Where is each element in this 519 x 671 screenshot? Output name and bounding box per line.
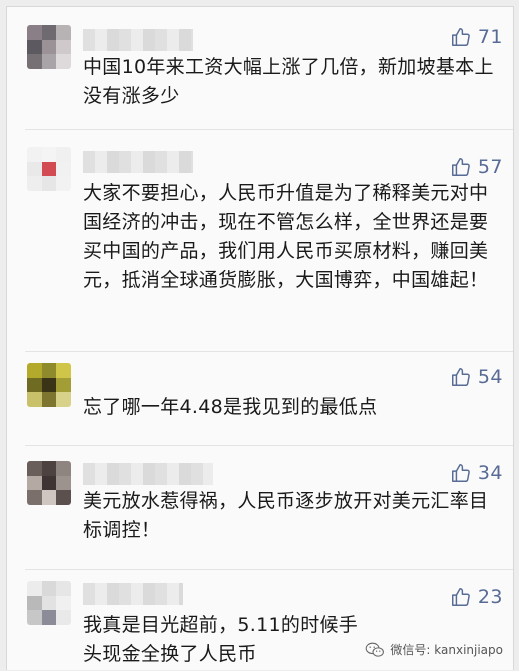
watermark: 微信号: kanxinjiapo [365,641,503,658]
avatar-pixel [41,363,57,378]
divider [25,129,513,130]
comment-text: 我真是目光超前，5.11的时候手头现金全换了人民币 [83,614,359,665]
avatar[interactable] [27,25,71,69]
avatar[interactable] [27,581,71,625]
comment-text: 美元放水惹得祸，人民币逐步放开对美元汇率目标调控！ [83,490,489,541]
avatar-pixel [41,490,57,505]
avatar-pixel [27,176,42,191]
avatar-pixel [56,377,71,393]
comment-text: 忘了哪一年4.48是我见到的最低点 [83,396,378,418]
avatar-pixel [41,581,57,596]
avatar-pixel [41,147,57,162]
comment-item: 71 中国10年来工资大幅上涨了几倍，新加坡基本上没有涨多少 [7,7,515,119]
like-button[interactable]: 34 [450,461,503,485]
comment-text: 中国10年来工资大幅上涨了几倍，新加坡基本上没有涨多少 [83,56,494,107]
avatar-pixel [41,176,57,191]
like-button[interactable]: 71 [450,25,503,49]
avatar-pixel [27,392,42,407]
avatar-pixel [56,490,71,505]
comment-item: 34 美元放水惹得祸，人民币逐步放开对美元汇率目标调控！ [7,447,515,567]
thumbs-up-icon [451,368,470,386]
nickname [83,463,213,485]
avatar-pixel [56,595,71,611]
avatar-pixel [41,475,57,491]
like-count: 57 [477,156,503,178]
watermark-text: 微信号: kanxinjiapo [390,643,503,657]
like-count: 34 [477,462,503,484]
like-count: 71 [477,26,503,48]
avatar-pixel [27,581,42,596]
comment-text: 大家不要担心，人民币升值是为了稀释美元对中国经济的冲击，现在不管怎么样，全世界还… [83,182,489,291]
avatar-pixel [27,595,42,611]
avatar-pixel [56,475,71,491]
comment-item: 57 大家不要担心，人民币升值是为了稀释美元对中国经济的冲击，现在不管怎么样，全… [7,131,515,351]
avatar-pixel [41,377,57,393]
avatar-pixel [56,581,71,596]
avatar-pixel [27,461,42,476]
avatar-pixel [41,25,57,40]
wechat-icon [366,642,385,657]
avatar-pixel [56,54,71,69]
divider [25,351,513,352]
avatar[interactable] [27,147,71,191]
avatar-pixel [27,490,42,505]
avatar-pixel [27,54,42,69]
nickname [83,29,193,51]
like-count: 54 [477,366,503,388]
avatar-pixel [56,176,71,191]
avatar-pixel [27,363,42,378]
avatar-pixel [41,54,57,69]
avatar-pixel [27,39,42,55]
avatar-pixel [56,363,71,378]
comment-item: 54 忘了哪一年4.48是我见到的最低点 [7,353,515,443]
avatar-pixel [56,461,71,476]
avatar-pixel [27,377,42,393]
avatar-pixel [56,39,71,55]
avatar-pixel [41,595,57,611]
avatar-pixel [41,461,57,476]
thumbs-up-icon [451,464,470,482]
avatar-pixel [56,25,71,40]
thumbs-up-icon [451,28,470,46]
avatar-pixel [56,392,71,407]
thumbs-up-icon [451,588,470,606]
avatar-pixel [27,161,42,177]
avatar-pixel [27,610,42,625]
divider [25,445,513,446]
like-count: 23 [477,586,503,608]
comment-list: 71 中国10年来工资大幅上涨了几倍，新加坡基本上没有涨多少 57 大家不要担心… [6,6,514,670]
nickname [83,583,183,605]
avatar-pixel [27,25,42,40]
thumbs-up-icon [451,158,470,176]
avatar-pixel [41,610,57,625]
divider [25,569,513,570]
avatar-pixel [56,161,71,177]
nickname [83,151,193,173]
like-button[interactable]: 57 [450,155,503,179]
like-button[interactable]: 54 [450,365,503,389]
avatar-pixel [27,147,42,162]
avatar-pixel [41,39,57,55]
avatar[interactable] [27,461,71,505]
avatar[interactable] [27,363,71,407]
avatar-pixel [27,475,42,491]
avatar-pixel [56,610,71,625]
avatar-pixel [41,161,57,177]
avatar-pixel [41,392,57,407]
like-button[interactable]: 23 [450,585,503,609]
avatar-pixel [56,147,71,162]
